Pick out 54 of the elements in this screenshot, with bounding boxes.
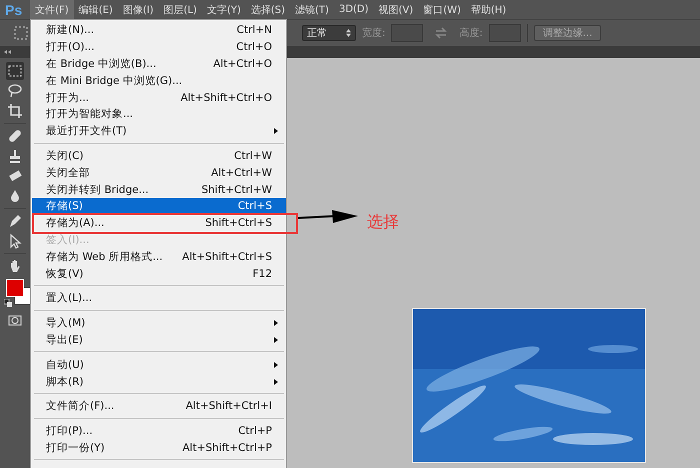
menu-item[interactable]: 打开(O)... Ctrl+O	[32, 38, 286, 56]
menu-item[interactable]: 在 Bridge 中浏览(B)... Alt+Ctrl+O	[32, 56, 286, 72]
width-field[interactable]	[391, 24, 424, 42]
menu-item[interactable]: 关闭并转到 Bridge... Shift+Ctrl+W	[32, 181, 286, 198]
menu-item[interactable]: 存储为(A)... Shift+Ctrl+S	[34, 214, 296, 232]
menu-item[interactable]: 存储为 Web 所用格式... Alt+Shift+Ctrl+S	[32, 248, 286, 266]
menu-item[interactable]: 打印一份(Y) Alt+Shift+Ctrl+P	[32, 440, 286, 456]
foreground-color-swatch[interactable]	[6, 279, 24, 297]
submenu-arrow-icon	[274, 128, 278, 134]
annotation-arrow	[298, 209, 358, 225]
submenu-arrow-icon	[274, 320, 278, 326]
menu-item[interactable]: 导出(E)	[32, 332, 286, 348]
menu-item[interactable]: 置入(L)...	[32, 290, 286, 307]
annotation-label: 选择	[367, 212, 399, 233]
menu-bar-item[interactable]: 帮助(H)	[466, 0, 512, 19]
menu-item[interactable]: 导入(M)	[32, 314, 286, 332]
updown-icon	[346, 29, 351, 37]
menu-item[interactable]: 恢复(V) F12	[32, 265, 286, 282]
submenu-arrow-icon	[274, 362, 278, 368]
crop-icon[interactable]	[6, 102, 24, 120]
menu-item[interactable]: 打印(P)... Ctrl+P	[32, 422, 286, 440]
menu-item[interactable]: 在 Mini Bridge 中浏览(G)...	[32, 72, 286, 90]
app-logo: Ps	[4, 2, 24, 18]
menu-bar-item[interactable]: 文字(Y)	[202, 0, 246, 19]
menu-bar-item[interactable]: 滤镜(T)	[290, 0, 334, 19]
height-label: 高度:	[459, 26, 483, 40]
default-colors-icon[interactable]	[4, 299, 12, 307]
marquee-tool-icon[interactable]	[6, 62, 24, 80]
width-label: 宽度:	[362, 26, 386, 40]
submenu-arrow-icon	[274, 378, 278, 385]
menu-item[interactable]: 关闭全部 Alt+Ctrl+W	[32, 164, 286, 182]
menu-bar-item[interactable]: 3D(D)	[334, 0, 374, 19]
height-field[interactable]	[488, 24, 521, 42]
menu-item[interactable]: 打开为... Alt+Shift+Ctrl+O	[32, 89, 286, 106]
menu-bar-item[interactable]: 编辑(E)	[74, 0, 118, 19]
menu-item[interactable]: 打开为智能对象...	[32, 106, 286, 123]
menu-bar-item[interactable]: 图像(I)	[118, 0, 159, 19]
lasso-icon[interactable]	[6, 82, 24, 100]
menu-item[interactable]: 存储(S) Ctrl+S	[32, 198, 286, 215]
submenu-arrow-icon	[274, 336, 278, 343]
menu-bar-item[interactable]: 选择(S)	[246, 0, 290, 19]
marquee-icon[interactable]	[14, 26, 28, 40]
menu-item[interactable]: 新建(N)... Ctrl+N	[32, 22, 286, 39]
menu-item[interactable]: 文件简介(F)... Alt+Shift+Ctrl+I	[32, 398, 286, 415]
menu-bar-item[interactable]: 窗口(W)	[418, 0, 466, 19]
menu-bar-item[interactable]: 文件(F)	[30, 0, 74, 19]
menu-item[interactable]: 自动(U)	[32, 356, 286, 374]
menu-item[interactable]: 脚本(R)	[32, 373, 286, 390]
menu-item[interactable]: 最近打开文件(T)	[32, 122, 286, 140]
collapse-icon[interactable]	[4, 50, 12, 54]
menu-item[interactable]: 关闭(C) Ctrl+W	[32, 148, 286, 164]
menu-bar-item[interactable]: 图层(L)	[158, 0, 202, 19]
style-dropdown[interactable]: 正常	[302, 25, 356, 41]
menu-bar-item[interactable]: 视图(V)	[374, 0, 418, 19]
